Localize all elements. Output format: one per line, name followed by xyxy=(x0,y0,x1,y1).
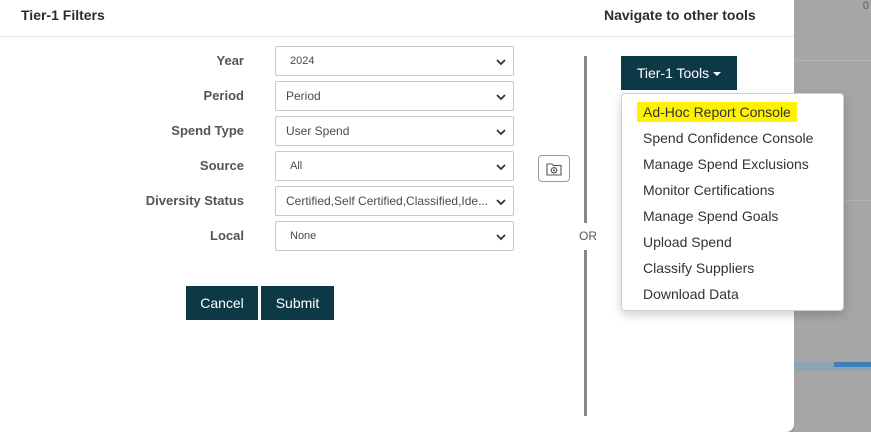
source-label: Source xyxy=(199,158,244,173)
modal-header: Tier-1 Filters Navigate to other tools xyxy=(0,0,794,37)
submit-button[interactable]: Submit xyxy=(261,286,334,320)
menu-item-classify-suppliers[interactable]: Classify Suppliers xyxy=(643,258,754,278)
menu-item-upload-spend[interactable]: Upload Spend xyxy=(643,232,732,252)
period-label: Period xyxy=(203,88,244,103)
filter-row-diversity-status: Diversity Status Certified,Self Certifie… xyxy=(0,186,520,216)
source-value: All xyxy=(290,160,303,172)
chevron-down-icon xyxy=(496,199,506,206)
menu-item-download-data[interactable]: Download Data xyxy=(643,284,739,304)
year-select[interactable]: 2024 xyxy=(275,46,514,76)
section-divider xyxy=(584,56,587,223)
filter-settings-button[interactable] xyxy=(538,155,570,182)
filters-title: Tier-1 Filters xyxy=(21,7,105,23)
menu-item-manage-spend-goals[interactable]: Manage Spend Goals xyxy=(643,206,778,226)
diversity-status-select[interactable]: Certified,Self Certified,Classified,Ide.… xyxy=(275,186,514,216)
chevron-down-icon xyxy=(496,94,506,101)
chevron-down-icon xyxy=(496,129,506,136)
background-rule xyxy=(794,60,871,61)
chevron-down-icon xyxy=(496,59,506,66)
period-value: Period xyxy=(286,89,321,103)
menu-item-monitor-certifications[interactable]: Monitor Certifications xyxy=(643,180,775,200)
year-value: 2024 xyxy=(290,55,315,67)
diversity-status-value: Certified,Self Certified,Classified,Ide.… xyxy=(286,194,489,208)
section-divider xyxy=(584,250,587,416)
gear-icon xyxy=(546,162,562,176)
caret-down-icon xyxy=(713,72,722,76)
chevron-down-icon xyxy=(496,234,506,241)
spend-type-label: Spend Type xyxy=(171,123,244,138)
filter-row-spend-type: Spend Type User Spend xyxy=(0,116,520,146)
local-label: Local xyxy=(210,228,244,243)
filter-row-year: Year 2024 xyxy=(0,46,520,76)
filter-row-local: Local None xyxy=(0,221,520,251)
background-corner-text: 0 xyxy=(862,0,869,12)
filter-row-source: Source All xyxy=(0,151,520,181)
diversity-status-label: Diversity Status xyxy=(145,193,244,208)
menu-item-ad-hoc-report-console[interactable]: Ad-Hoc Report Console xyxy=(637,102,797,122)
filter-row-period: Period Period xyxy=(0,81,520,111)
spend-type-value: User Spend xyxy=(286,124,350,138)
filters-modal: Tier-1 Filters Navigate to other tools Y… xyxy=(0,0,844,432)
navigate-title: Navigate to other tools xyxy=(604,7,756,23)
background-band-accent xyxy=(834,362,871,367)
spend-type-select[interactable]: User Spend xyxy=(275,116,514,146)
local-select[interactable]: None xyxy=(275,221,514,251)
source-select[interactable]: All xyxy=(275,151,514,181)
period-select[interactable]: Period xyxy=(275,81,514,111)
menu-item-spend-confidence-console[interactable]: Spend Confidence Console xyxy=(643,128,813,148)
year-label: Year xyxy=(216,53,244,68)
tier1-tools-menu: Ad-Hoc Report Console Spend Confidence C… xyxy=(621,93,844,311)
tier1-tools-button[interactable]: Tier-1 Tools xyxy=(621,56,737,90)
menu-item-manage-spend-exclusions[interactable]: Manage Spend Exclusions xyxy=(643,154,809,174)
cancel-button[interactable]: Cancel xyxy=(186,286,258,320)
chevron-down-icon xyxy=(496,164,506,171)
tier1-tools-label: Tier-1 Tools xyxy=(636,65,710,81)
local-value: None xyxy=(290,230,317,242)
or-label: OR xyxy=(579,229,597,243)
